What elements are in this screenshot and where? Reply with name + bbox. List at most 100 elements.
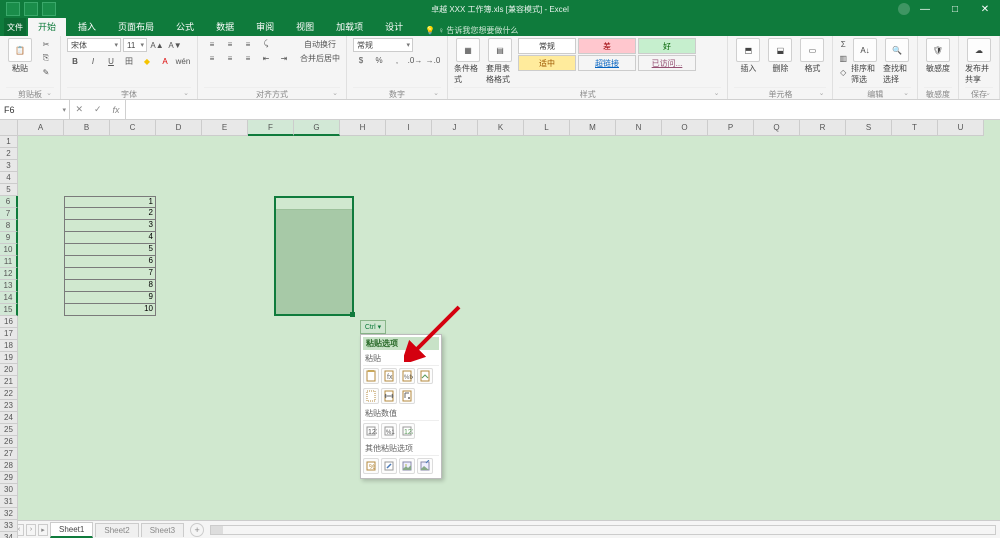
- paste-values-button[interactable]: 123: [363, 423, 379, 439]
- formula-input[interactable]: [126, 100, 1000, 119]
- phonetic-button[interactable]: wén: [175, 55, 191, 67]
- underline-button[interactable]: U: [103, 55, 119, 67]
- col-header-I[interactable]: I: [386, 120, 432, 136]
- tab-formulas[interactable]: 公式: [166, 17, 204, 36]
- row-header-11[interactable]: 11: [0, 256, 18, 268]
- row-header-20[interactable]: 20: [0, 364, 18, 376]
- close-button[interactable]: ✕: [970, 0, 1000, 18]
- shrink-font-button[interactable]: A▼: [167, 39, 183, 51]
- fill-color-button[interactable]: ◆: [139, 55, 155, 67]
- paste-values-number-button[interactable]: %12: [381, 423, 397, 439]
- paste-link-button[interactable]: [381, 458, 397, 474]
- number-format-combo[interactable]: 常规: [353, 38, 413, 52]
- row-header-32[interactable]: 32: [0, 508, 18, 520]
- row-header-9[interactable]: 9: [0, 232, 18, 244]
- row-header-7[interactable]: 7: [0, 208, 18, 220]
- cancel-formula-button[interactable]: ✕: [75, 104, 83, 115]
- autosum-button[interactable]: Σ: [839, 38, 847, 50]
- row-header-25[interactable]: 25: [0, 424, 18, 436]
- paste-values-source-button[interactable]: 123: [399, 423, 415, 439]
- insert-cells-button[interactable]: ⬒插入: [734, 38, 762, 74]
- row-header-24[interactable]: 24: [0, 412, 18, 424]
- row-header-16[interactable]: 16: [0, 316, 18, 328]
- table-row[interactable]: 10: [64, 304, 156, 316]
- selection-range[interactable]: [274, 196, 354, 316]
- row-header-3[interactable]: 3: [0, 160, 18, 172]
- style-normal[interactable]: 常规: [518, 38, 576, 54]
- align-top-button[interactable]: ≡: [204, 38, 220, 50]
- table-row[interactable]: 1: [64, 196, 156, 208]
- col-header-C[interactable]: C: [110, 120, 156, 136]
- sheet-tab-3[interactable]: Sheet3: [141, 523, 184, 537]
- row-header-5[interactable]: 5: [0, 184, 18, 196]
- row-header-2[interactable]: 2: [0, 148, 18, 160]
- row-header-13[interactable]: 13: [0, 280, 18, 292]
- comma-button[interactable]: ,: [389, 54, 405, 66]
- paste-transpose-button[interactable]: [399, 388, 415, 404]
- font-color-button[interactable]: A: [157, 55, 173, 67]
- tab-view[interactable]: 视图: [286, 17, 324, 36]
- fx-button[interactable]: fx: [112, 105, 119, 115]
- tab-home[interactable]: 开始: [28, 17, 66, 36]
- tab-data[interactable]: 数据: [206, 17, 244, 36]
- tab-design[interactable]: 设计: [375, 17, 413, 36]
- publish-share-button[interactable]: ☁发布并共享: [965, 38, 993, 85]
- paste-formulas-button[interactable]: fx: [381, 368, 397, 384]
- save-icon[interactable]: [6, 2, 20, 16]
- clear-button[interactable]: ◇: [839, 66, 847, 78]
- row-header-14[interactable]: 14: [0, 292, 18, 304]
- row-header-22[interactable]: 22: [0, 388, 18, 400]
- border-button[interactable]: 田: [121, 55, 137, 67]
- new-sheet-button[interactable]: +: [190, 523, 204, 537]
- col-header-L[interactable]: L: [524, 120, 570, 136]
- sheet-nav-next[interactable]: ›: [26, 524, 36, 536]
- sort-filter-button[interactable]: A↓排序和筛选: [851, 38, 879, 85]
- increase-indent-button[interactable]: ⇥: [276, 52, 292, 64]
- name-box[interactable]: F6: [0, 100, 70, 119]
- table-row[interactable]: 8: [64, 280, 156, 292]
- delete-cells-button[interactable]: ⬓删除: [766, 38, 794, 74]
- tell-me[interactable]: 💡♀ 告诉我您想要做什么: [425, 25, 518, 36]
- row-header-15[interactable]: 15: [0, 304, 18, 316]
- cut-button[interactable]: ✂: [38, 38, 54, 50]
- sheet-tab-2[interactable]: Sheet2: [95, 523, 138, 537]
- col-header-K[interactable]: K: [478, 120, 524, 136]
- row-header-6[interactable]: 6: [0, 196, 18, 208]
- row-header-33[interactable]: 33: [0, 520, 18, 532]
- table-row[interactable]: 3: [64, 220, 156, 232]
- font-name-combo[interactable]: 宋体: [67, 38, 121, 52]
- col-header-T[interactable]: T: [892, 120, 938, 136]
- row-header-17[interactable]: 17: [0, 328, 18, 340]
- file-tab[interactable]: 文件: [4, 18, 26, 36]
- tab-insert[interactable]: 插入: [68, 17, 106, 36]
- currency-button[interactable]: $: [353, 54, 369, 66]
- format-painter-button[interactable]: ✎: [38, 66, 54, 78]
- col-header-G[interactable]: G: [294, 120, 340, 136]
- paste-no-borders-button[interactable]: [363, 388, 379, 404]
- tab-addins[interactable]: 加载项: [326, 17, 373, 36]
- redo-icon[interactable]: [42, 2, 56, 16]
- sensitivity-button[interactable]: 🛡敏感度: [924, 38, 952, 74]
- sheet-nav-last[interactable]: ▸: [38, 524, 48, 536]
- col-header-E[interactable]: E: [202, 120, 248, 136]
- style-followed-link[interactable]: 已访问...: [638, 55, 696, 71]
- decrease-decimal-button[interactable]: →.0: [425, 54, 441, 66]
- col-header-U[interactable]: U: [938, 120, 984, 136]
- paste-button[interactable]: 📋 粘贴: [6, 38, 34, 74]
- row-header-21[interactable]: 21: [0, 376, 18, 388]
- horizontal-scrollbar[interactable]: [210, 525, 996, 535]
- align-middle-button[interactable]: ≡: [222, 38, 238, 50]
- font-size-combo[interactable]: 11: [123, 38, 147, 52]
- col-header-F[interactable]: F: [248, 120, 294, 136]
- format-as-table-button[interactable]: ▤套用表格格式: [486, 38, 514, 85]
- table-row[interactable]: 4: [64, 232, 156, 244]
- row-header-1[interactable]: 1: [0, 136, 18, 148]
- col-header-A[interactable]: A: [18, 120, 64, 136]
- conditional-format-button[interactable]: ▦条件格式: [454, 38, 482, 85]
- fill-button[interactable]: ▥: [839, 52, 847, 64]
- increase-decimal-button[interactable]: .0→: [407, 54, 423, 66]
- style-good[interactable]: 好: [638, 38, 696, 54]
- sheet-tab-1[interactable]: Sheet1: [50, 522, 93, 538]
- row-header-30[interactable]: 30: [0, 484, 18, 496]
- row-header-34[interactable]: 34: [0, 532, 18, 538]
